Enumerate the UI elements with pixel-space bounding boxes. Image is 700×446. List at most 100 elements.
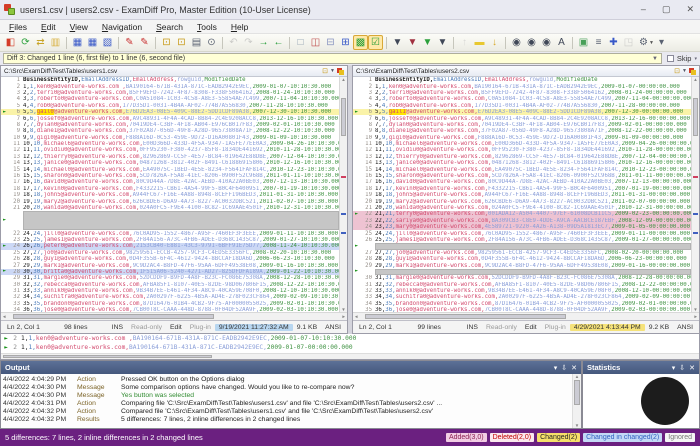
statistics-panel-header[interactable]: Statistics ▾ ⇩ ✕ — [583, 361, 699, 374]
csv-line[interactable]: 54,4,rob0@adventure-works.com,177D35D1-0… — [353, 103, 691, 109]
csv-line[interactable]: 1110,10,michael6@adventure-works.com,E00… — [1, 141, 339, 147]
csv-line[interactable]: 109,9,gigi0@adventure-works.com,F888A16D… — [353, 135, 691, 141]
csv-line[interactable]: ►65,5,gail0@adventure-works.com,E76D2EA3… — [1, 109, 339, 115]
panel-menu-icon[interactable]: ▾ — [554, 364, 558, 372]
csv-line[interactable]: 3133,33,annik0@adventure-works.com,9B34B… — [1, 288, 339, 294]
find-next-icon[interactable]: ◉ — [524, 35, 539, 50]
csv-line[interactable]: 1817,17,kevin0@adventure-works.com,F4332… — [1, 186, 339, 192]
csv-line[interactable]: 1817,17,kevin0@adventure-works.com,F4332… — [353, 186, 691, 192]
csv-line[interactable]: 2423,23,mary0@adventure-works.com,4E5897… — [353, 224, 691, 230]
combo-dropdown-icon[interactable]: ▼ — [652, 56, 658, 62]
csv-line[interactable]: 98,8,diane1@adventure-works.com,37F02A87… — [353, 128, 691, 134]
output-log-row[interactable]: 4/4/2022 4:04:30 PMMessageYes button was… — [3, 391, 571, 399]
skip-dropdown-icon[interactable]: ▾ — [694, 56, 697, 62]
csv-line[interactable]: ►2426,26,peter0@adventure-works.com,2153… — [1, 243, 339, 249]
csv-line[interactable]: 2120,20,wanida0@adventure-works.com,024A… — [353, 205, 691, 211]
panel-close-icon[interactable]: ✕ — [689, 364, 695, 372]
menu-search[interactable]: Search — [149, 22, 190, 32]
csv-line[interactable]: 43,3,roberto0@adventure-works.com,C0A510… — [353, 96, 691, 102]
csv-line[interactable]: 3234,34,suchitra0@adventure-works.com,2A… — [1, 294, 339, 300]
csv-line[interactable]: 54,4,rob0@adventure-works.com,177D35D1-0… — [1, 103, 339, 109]
menu-tools[interactable]: Tools — [190, 22, 224, 32]
recompare-icon[interactable]: ⟳ — [18, 35, 33, 50]
lock-first-icon[interactable]: ⊡ — [159, 35, 174, 50]
current-diff-combobox[interactable]: Diff 3: Changed 1 line (6, first file) t… — [3, 53, 662, 64]
scroll-up-icon[interactable]: ▲ — [692, 77, 699, 82]
find-prev-icon[interactable]: ◉ — [539, 35, 554, 50]
csv-line[interactable]: 3233,33,annik0@adventure-works.com,9B34B… — [353, 288, 691, 294]
compare-files-icon[interactable]: ◧ — [3, 35, 18, 50]
csv-line[interactable]: 2325,25,james1@adventure-works.com,2F84A… — [1, 237, 339, 243]
csv-line[interactable]: 2828,28,guy1@adventure-works.com,0D4F355… — [353, 256, 691, 262]
csv-line[interactable]: 3334,34,suchitra0@adventure-works.com,2A… — [353, 294, 691, 300]
filter-icon[interactable]: ▼ — [390, 35, 405, 50]
lock-icon[interactable]: ⊡ — [322, 67, 328, 75]
first-horizontal-scrollbar[interactable]: ◄ ► — [1, 312, 347, 320]
layout-grid-icon[interactable]: ⊞ — [338, 35, 353, 50]
csv-line[interactable]: ►65,5,gail1@adventure-works.com,E76D2EA3… — [353, 109, 691, 115]
print-icon[interactable]: ▤ — [189, 35, 204, 50]
close-button[interactable]: ✕ — [686, 5, 694, 14]
csv-line[interactable]: 21,1,ken0@adventure-works.com,BA190164-6… — [353, 83, 691, 89]
panel-close-icon[interactable]: ✕ — [571, 364, 577, 372]
filter-exclude-icon[interactable]: ▼ — [405, 35, 420, 50]
csv-line[interactable]: 1413,13,janice0@adventure-works.com,0487… — [353, 160, 691, 166]
output-log-row[interactable]: 4/4/2022 4:04:31 PMActionComparing file … — [3, 399, 571, 407]
show-differences-icon[interactable]: ≡ — [591, 35, 606, 50]
synchronized-scroll-icon[interactable]: ▩ — [353, 35, 368, 50]
csv-line[interactable]: 109,9,gigi0@adventure-works.com,F888A16D… — [1, 135, 339, 141]
inspector-scrollbar[interactable] — [1, 353, 699, 359]
csv-line[interactable]: 1211,11,ovidiu0@adventure-works.com,0FF9… — [353, 147, 691, 153]
csv-line[interactable]: 3031,31,margie0@adventure-works.com,52DC… — [353, 275, 691, 281]
scroll-left-icon[interactable]: ◄ — [354, 314, 358, 319]
prev-diff-icon[interactable]: ← — [271, 35, 286, 50]
csv-line[interactable]: 2524,24,jill0@adventure-works.com,76C0AD… — [353, 230, 691, 236]
menu-edit[interactable]: Edit — [34, 22, 63, 32]
csv-line[interactable]: 1716,16,david0@adventure-works.com,80C9D… — [1, 179, 339, 185]
csv-line[interactable]: 2729,29,mark1@adventure-works.com,9C9D2A… — [1, 262, 339, 268]
maximize-button[interactable]: ▢ — [662, 5, 671, 14]
csv-line[interactable]: 1312,12,thierry0@adventure-works.com,829… — [353, 154, 691, 160]
header-dropdown-icon[interactable]: ▼ — [330, 68, 335, 74]
second-file-content[interactable]: 1BusinessEntityID,EmailAddressID,EmailAd… — [353, 77, 691, 312]
filter-include-icon[interactable]: ▼ — [420, 35, 435, 50]
csv-line[interactable]: 1514,14,michael0@adventure-works.com,EA4… — [353, 166, 691, 172]
copy-down-icon[interactable]: ↓ — [487, 35, 502, 50]
edit-first-file-icon[interactable]: ✎ — [122, 35, 137, 50]
csv-line[interactable]: 2322,22,sariya0@adventure-works.com,BA30… — [353, 218, 691, 224]
csv-line[interactable]: ►2830,30,britta0@adventure-works.com,1F5… — [1, 269, 339, 275]
first-file-content[interactable]: 1BusinessEntityID,EmailAddressID,EmailAd… — [1, 77, 339, 312]
first-file-header[interactable]: C:\Src\ExamDiff\Test\Tables\users1.csv ⊡… — [1, 66, 347, 77]
next-diff-icon[interactable]: → — [256, 35, 271, 50]
csv-line[interactable]: 2931,31,margie0@adventure-works.com,52DC… — [1, 275, 339, 281]
snapshot-icon[interactable]: ▣ — [576, 35, 591, 50]
second-horizontal-scrollbar[interactable]: ◄ ► — [353, 312, 699, 320]
output-log-row[interactable]: 4/4/2022 4:04:30 PMMessageSome compariso… — [3, 383, 571, 391]
panel-pin-icon[interactable]: ⇩ — [561, 364, 567, 372]
csv-line[interactable]: 2628,28,guy1@adventure-works.com,0D4F355… — [1, 256, 339, 262]
csv-line[interactable]: 3132,32,rebecca0@adventure-works.com,AFB… — [353, 282, 691, 288]
csv-line[interactable]: 2019,19,mary2@adventure-works.com,626CBD… — [1, 198, 339, 204]
skip-checkbox[interactable] — [667, 55, 674, 62]
open-session-icon[interactable]: ▥ — [48, 35, 63, 50]
csv-line[interactable]: 1110,10,michael6@adventure-works.com,E00… — [353, 141, 691, 147]
skip-option[interactable]: Skip ▾ — [667, 54, 697, 63]
lock-icon[interactable]: ⊡ — [674, 67, 680, 75]
menu-help[interactable]: Help — [224, 22, 255, 32]
csv-line[interactable]: ►21,1,ken0@adventure-works.com ,BA190164… — [1, 334, 699, 343]
scroll-left-icon[interactable]: ◄ — [2, 314, 6, 319]
scroll-up-icon[interactable]: ▲ — [340, 77, 347, 82]
layout-vertical-icon[interactable]: ◫ — [308, 35, 323, 50]
panel-pin-icon[interactable]: ⇩ — [679, 364, 685, 372]
layout-single-icon[interactable]: □ — [293, 35, 308, 50]
csv-line[interactable]: 2019,19,mary2@adventure-works.com,626CBD… — [353, 198, 691, 204]
csv-line[interactable]: 76,6,jossef0@adventure-works.com,A9C4893… — [353, 115, 691, 121]
csv-line[interactable]: 3032,32,rebecca0@adventure-works.com,AFB… — [1, 282, 339, 288]
menu-navigation[interactable]: Navigation — [95, 22, 149, 32]
toolbar-overflow-icon[interactable]: ▾ — [654, 35, 669, 50]
sort-icon[interactable]: A — [554, 35, 569, 50]
header-dropdown-icon[interactable]: ▼ — [682, 68, 687, 74]
save-first-icon[interactable]: ▦ — [85, 35, 100, 50]
csv-line[interactable]: 1BusinessEntityID,EmailAddressID,EmailAd… — [353, 77, 691, 83]
plugins-icon[interactable]: ✚ — [606, 35, 621, 50]
